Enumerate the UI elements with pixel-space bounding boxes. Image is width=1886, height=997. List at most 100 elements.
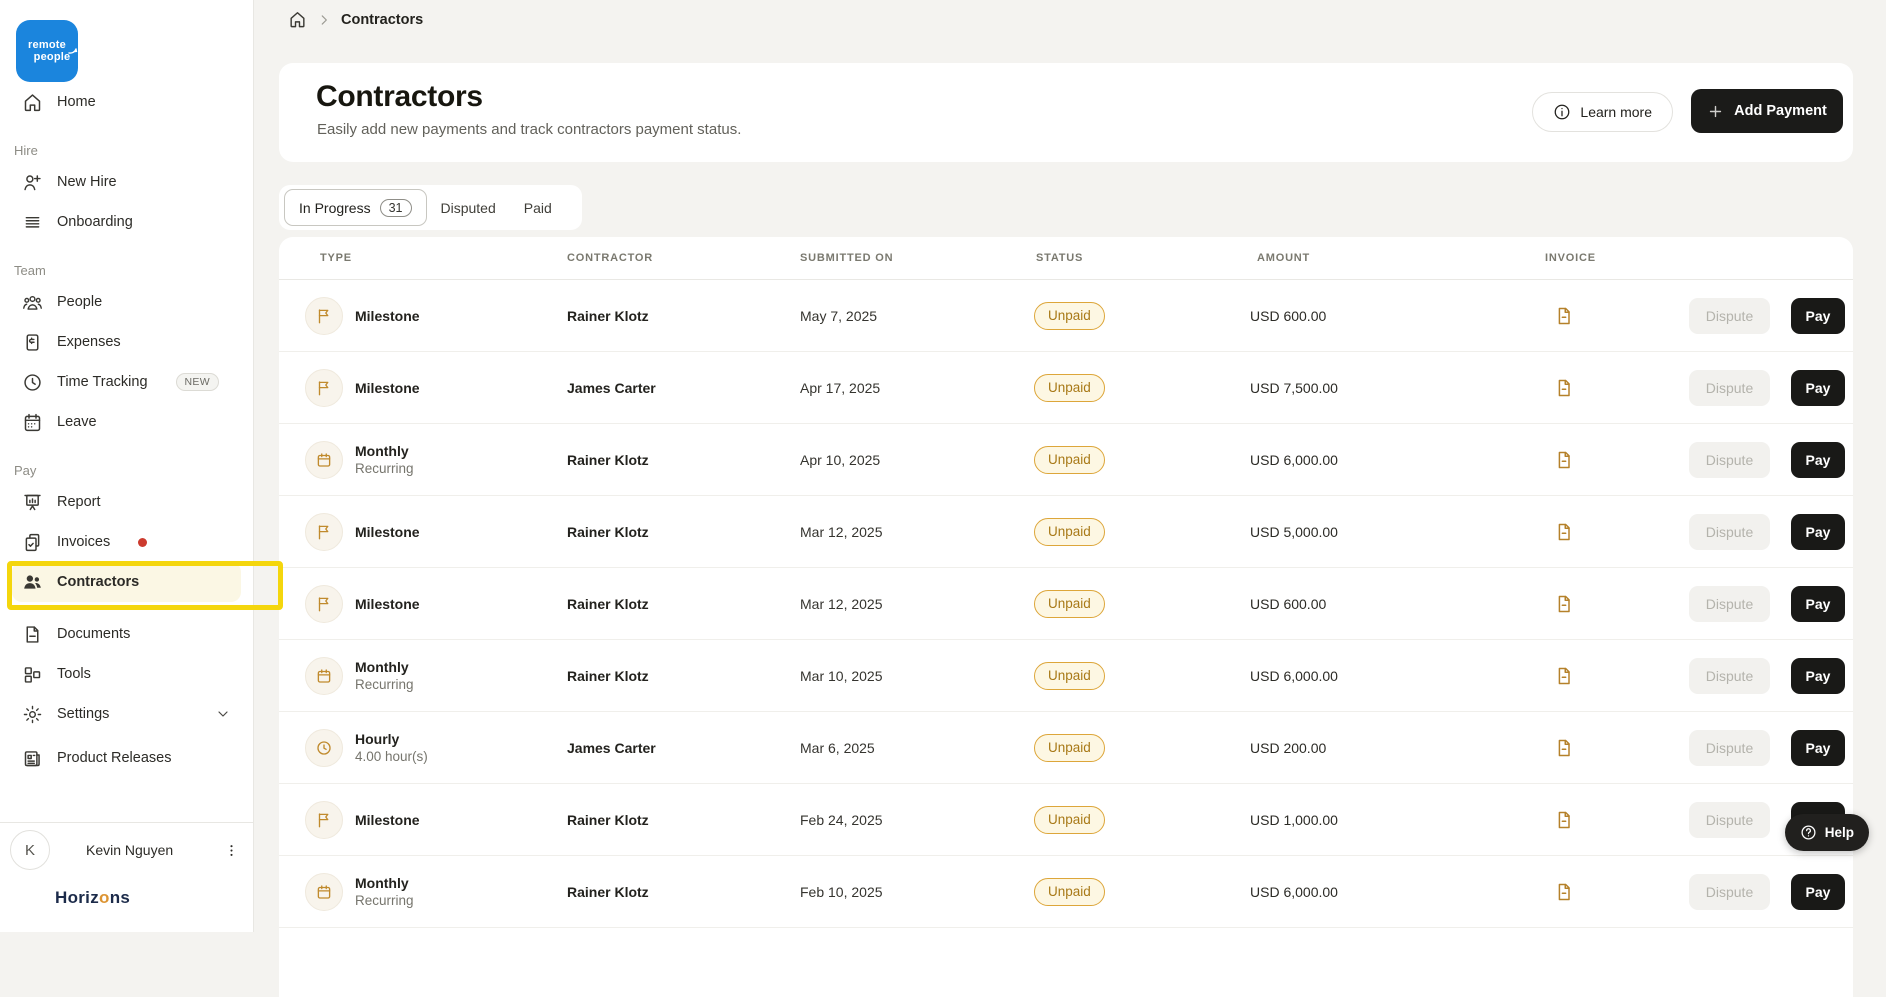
sidebar-item-product-releases[interactable]: Product Releases — [12, 738, 241, 778]
type-icon-circle — [305, 801, 343, 839]
add-payment-button[interactable]: Add Payment — [1691, 89, 1843, 133]
invoice-cell — [1543, 594, 1689, 614]
submitted-date: Mar 6, 2025 — [800, 740, 1034, 756]
invoice-cell — [1543, 810, 1689, 830]
type-cell: MonthlyRecurring — [305, 657, 567, 695]
help-label: Help — [1825, 825, 1854, 840]
dispute-button[interactable]: Dispute — [1689, 298, 1770, 334]
sidebar-item-time-tracking[interactable]: Time Tracking NEW — [12, 362, 241, 402]
submitted-date: Feb 10, 2025 — [800, 884, 1034, 900]
invoice-cell — [1543, 306, 1689, 326]
invoice-document-icon[interactable] — [1554, 522, 1574, 542]
sidebar-item-leave[interactable]: Leave — [12, 402, 241, 442]
sidebar-item-tools[interactable]: Tools — [12, 654, 241, 694]
sidebar-item-settings[interactable]: Settings — [12, 694, 241, 734]
help-button[interactable]: Help — [1785, 814, 1869, 851]
contractor-name: Rainer Klotz — [567, 812, 800, 828]
actions-cell: Dispute Pay — [1689, 730, 1854, 766]
actions-cell: Dispute Pay — [1689, 658, 1854, 694]
type-icon-circle — [305, 297, 343, 335]
sidebar-item-new-hire[interactable]: New Hire — [12, 162, 241, 202]
sidebar-item-label: Time Tracking — [57, 374, 148, 390]
dispute-button[interactable]: Dispute — [1689, 586, 1770, 622]
pay-button[interactable]: Pay — [1791, 658, 1845, 694]
user-account-row[interactable]: K Kevin Nguyen — [10, 830, 241, 870]
table-row: MilestoneJames CarterApr 17, 2025UnpaidU… — [279, 352, 1853, 424]
pay-button[interactable]: Pay — [1791, 370, 1845, 406]
invoice-document-icon[interactable] — [1554, 306, 1574, 326]
sidebar-item-people[interactable]: People — [12, 282, 241, 322]
sidebar-item-label: Onboarding — [57, 214, 133, 230]
invoice-document-icon[interactable] — [1554, 378, 1574, 398]
pay-button[interactable]: Pay — [1791, 298, 1845, 334]
type-icon-circle — [305, 729, 343, 767]
sidebar-item-documents[interactable]: Documents — [12, 614, 241, 654]
sidebar-item-expenses[interactable]: Expenses — [12, 322, 241, 362]
status-badge: Unpaid — [1034, 662, 1105, 690]
document-icon — [22, 624, 43, 645]
contractor-name: Rainer Klotz — [567, 308, 800, 324]
pay-button[interactable]: Pay — [1791, 442, 1845, 478]
dispute-button[interactable]: Dispute — [1689, 658, 1770, 694]
pay-button[interactable]: Pay — [1791, 730, 1845, 766]
dispute-button[interactable]: Dispute — [1689, 730, 1770, 766]
invoice-cell — [1543, 666, 1689, 686]
person-plus-icon — [22, 172, 43, 193]
actions-cell: Dispute Pay — [1689, 442, 1854, 478]
avatar[interactable]: K — [10, 830, 50, 870]
sidebar-item-contractors[interactable]: Contractors — [12, 562, 241, 602]
remote-people-logo[interactable]: remote people — [16, 20, 78, 82]
sidebar-item-home[interactable]: Home — [12, 82, 241, 122]
invoice-document-icon[interactable] — [1554, 594, 1574, 614]
payment-type-detail: Recurring — [355, 676, 414, 694]
sidebar-item-onboarding[interactable]: Onboarding — [12, 202, 241, 242]
dispute-button[interactable]: Dispute — [1689, 874, 1770, 910]
dispute-button[interactable]: Dispute — [1689, 442, 1770, 478]
learn-more-button[interactable]: Learn more — [1532, 92, 1673, 132]
sidebar-item-label: Contractors — [57, 574, 139, 590]
tab-paid[interactable]: Paid — [510, 189, 566, 226]
col-header-amount: AMOUNT — [1257, 252, 1310, 264]
dispute-button[interactable]: Dispute — [1689, 370, 1770, 406]
col-header-status: STATUS — [1036, 252, 1083, 264]
pay-button[interactable]: Pay — [1791, 586, 1845, 622]
invoice-document-icon[interactable] — [1554, 882, 1574, 902]
dispute-button[interactable]: Dispute — [1689, 514, 1770, 550]
breadcrumb-home-icon[interactable] — [288, 10, 307, 29]
type-icon-circle — [305, 369, 343, 407]
report-chart-icon — [22, 492, 43, 513]
user-menu-kebab-icon[interactable] — [221, 840, 241, 860]
invoice-document-icon[interactable] — [1554, 738, 1574, 758]
sidebar-item-invoices[interactable]: Invoices — [12, 522, 241, 562]
dispute-button[interactable]: Dispute — [1689, 802, 1770, 838]
chevron-down-icon — [215, 706, 231, 722]
contractor-name: Rainer Klotz — [567, 596, 800, 612]
recurring-calendar-icon — [315, 883, 333, 901]
sidebar-item-label: Tools — [57, 666, 91, 682]
actions-cell: Dispute Pay — [1689, 874, 1854, 910]
actions-cell: Dispute Pay — [1689, 298, 1854, 334]
sidebar-item-report[interactable]: Report — [12, 482, 241, 522]
table-row: MonthlyRecurringRainer KlotzApr 10, 2025… — [279, 424, 1853, 496]
newspaper-icon — [22, 748, 43, 769]
pay-button[interactable]: Pay — [1791, 514, 1845, 550]
type-cell: Milestone — [305, 801, 567, 839]
invoice-document-icon[interactable] — [1554, 810, 1574, 830]
contractor-name: Rainer Klotz — [567, 884, 800, 900]
type-cell: Milestone — [305, 513, 567, 551]
type-icon-circle — [305, 873, 343, 911]
payment-type: Milestone — [355, 379, 420, 397]
tab-in-progress[interactable]: In Progress 31 — [284, 189, 427, 226]
pay-button[interactable]: Pay — [1791, 874, 1845, 910]
invoice-document-icon[interactable] — [1554, 666, 1574, 686]
invoices-icon — [22, 532, 43, 553]
in-progress-count-badge: 31 — [380, 199, 412, 217]
contractor-name: Rainer Klotz — [567, 452, 800, 468]
sidebar: remote people Home Hire New Hire Onboard… — [0, 0, 254, 932]
payment-type: Milestone — [355, 595, 420, 613]
col-header-contractor: CONTRACTOR — [567, 252, 653, 264]
type-icon-circle — [305, 657, 343, 695]
invoice-document-icon[interactable] — [1554, 450, 1574, 470]
tab-disputed[interactable]: Disputed — [427, 189, 510, 226]
status-badge: Unpaid — [1034, 446, 1105, 474]
